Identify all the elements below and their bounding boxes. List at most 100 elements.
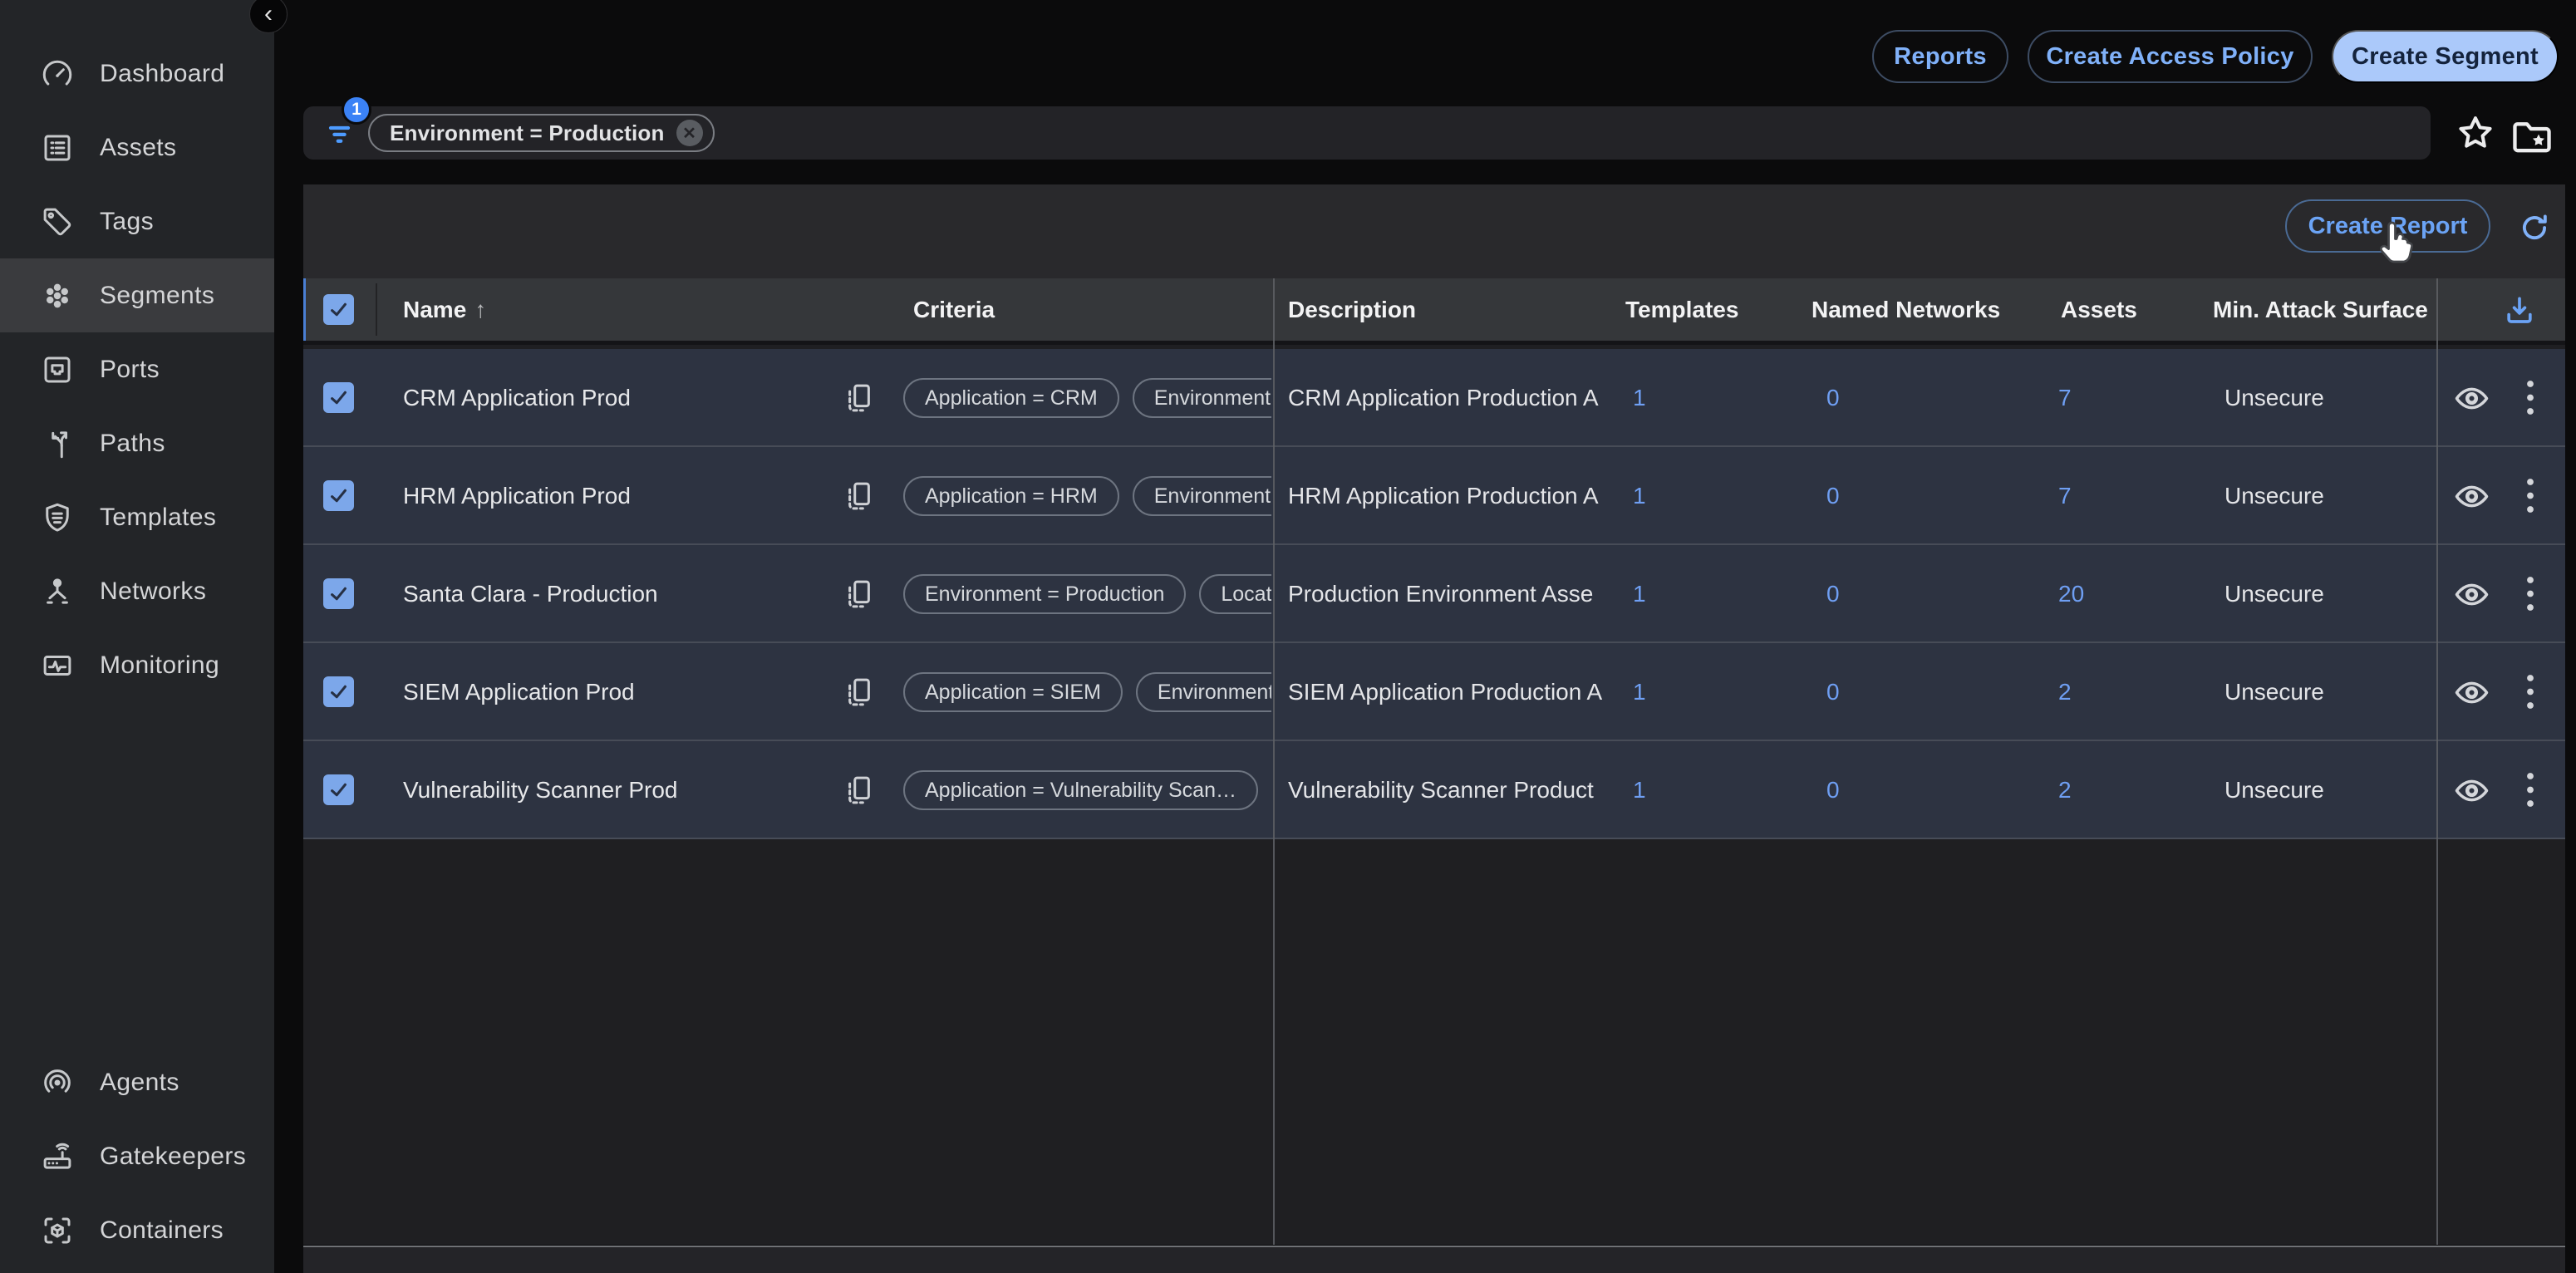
sidebar-item-icon (40, 1065, 75, 1100)
row-checkbox[interactable] (323, 382, 354, 413)
copy-icon[interactable] (842, 577, 877, 612)
named-networks-count-link[interactable]: 0 (1826, 447, 1840, 545)
row-checkbox[interactable] (323, 480, 354, 511)
templates-count-link[interactable]: 1 (1633, 643, 1646, 741)
named-networks-count-link[interactable]: 0 (1826, 643, 1840, 741)
copy-icon[interactable] (842, 479, 877, 514)
sidebar-item-icon (40, 278, 75, 313)
table-row[interactable]: Vulnerability Scanner Prod Application =… (303, 741, 2565, 839)
named-networks-count-link[interactable]: 0 (1826, 349, 1840, 447)
sidebar-item-icon (40, 352, 75, 387)
column-header-description[interactable]: Description (1288, 278, 1416, 341)
row-checkbox[interactable] (323, 774, 354, 805)
assets-count-link[interactable]: 2 (2058, 741, 2072, 839)
criteria-cell: Environment = Production Locatio (903, 545, 1271, 643)
column-divider (1273, 278, 1275, 1245)
named-networks-count-link[interactable]: 0 (1826, 545, 1840, 643)
assets-count-link[interactable]: 7 (2058, 447, 2072, 545)
templates-count-link[interactable]: 1 (1633, 545, 1646, 643)
min-attack-surface-value: Unsecure (2225, 349, 2324, 447)
column-header-templates[interactable]: Templates (1625, 278, 1738, 341)
filter-chip-close-icon[interactable]: ✕ (676, 120, 703, 146)
row-checkbox[interactable] (323, 578, 354, 609)
copy-icon[interactable] (842, 773, 877, 808)
sidebar-item-icon (40, 500, 75, 535)
filter-chip[interactable]: Environment = Production ✕ (368, 114, 715, 152)
assets-count-link[interactable]: 7 (2058, 349, 2072, 447)
segment-name: CRM Application Prod (403, 349, 819, 447)
refresh-icon[interactable] (2516, 209, 2553, 246)
reports-button[interactable]: Reports (1872, 30, 2008, 83)
criteria-chip: Environment = (1133, 476, 1271, 516)
row-menu-dots-icon[interactable] (2515, 769, 2545, 812)
sidebar-item[interactable]: Dashboard (0, 37, 274, 111)
segment-description: HRM Application Production A (1288, 447, 1614, 545)
view-eye-icon[interactable] (2452, 771, 2491, 810)
view-eye-icon[interactable] (2452, 673, 2491, 712)
filter-chip-label: Environment = Production (390, 120, 665, 146)
sidebar-nav-list: Dashboard Assets Tags Segments Ports (0, 37, 274, 702)
sidebar-item[interactable]: Paths (0, 406, 274, 480)
row-menu-dots-icon[interactable] (2515, 376, 2545, 420)
segment-name: Santa Clara - Production (403, 545, 819, 643)
sidebar-item-icon (40, 57, 75, 91)
row-menu-dots-icon[interactable] (2515, 573, 2545, 616)
sidebar-item[interactable]: Segments (0, 258, 274, 332)
sidebar-item[interactable]: Containers (0, 1193, 274, 1267)
saved-filters-folder-icon[interactable] (2508, 113, 2556, 161)
table-row[interactable]: Santa Clara - Production Environment = P… (303, 545, 2565, 643)
column-header-criteria[interactable]: Criteria (913, 278, 995, 341)
table-row[interactable]: SIEM Application Prod Application = SIEM… (303, 643, 2565, 741)
copy-icon[interactable] (842, 381, 877, 415)
sidebar-item-label: Monitoring (100, 651, 219, 680)
view-eye-icon[interactable] (2452, 379, 2491, 418)
table-body: CRM Application Prod Application = CRM E… (303, 349, 2565, 839)
column-header-assets[interactable]: Assets (2061, 278, 2137, 341)
create-segment-button[interactable]: Create Segment (2332, 30, 2559, 83)
named-networks-count-link[interactable]: 0 (1826, 741, 1840, 839)
min-attack-surface-value: Unsecure (2225, 447, 2324, 545)
sidebar-item[interactable]: Assets (0, 111, 274, 184)
favorite-star-icon[interactable] (2453, 111, 2498, 156)
select-all-checkbox[interactable] (323, 294, 354, 325)
sidebar-item-icon (40, 574, 75, 609)
table-footer (303, 1246, 2565, 1273)
sidebar-item[interactable]: Monitoring (0, 628, 274, 702)
sidebar-item[interactable]: Tags (0, 184, 274, 258)
assets-count-link[interactable]: 20 (2058, 545, 2084, 643)
criteria-chip: Application = SIEM (903, 672, 1123, 712)
column-header-named-networks[interactable]: Named Networks (1812, 278, 2000, 341)
criteria-cell: Application = CRM Environment = (903, 349, 1271, 447)
row-menu-dots-icon[interactable] (2515, 474, 2545, 518)
sidebar-item[interactable]: Gatekeepers (0, 1119, 274, 1193)
segment-description: CRM Application Production A (1288, 349, 1614, 447)
segments-panel: Create Report Name↑ Criteria Description… (303, 184, 2565, 1245)
sidebar-collapse-button[interactable]: ‹ (249, 0, 288, 33)
templates-count-link[interactable]: 1 (1633, 741, 1646, 839)
sidebar-item[interactable]: Templates (0, 480, 274, 554)
column-header-name[interactable]: Name↑ (403, 278, 486, 341)
sidebar-item-icon (40, 426, 75, 461)
sidebar-item-label: Networks (100, 578, 206, 606)
segment-name: HRM Application Prod (403, 447, 819, 545)
sidebar-item[interactable]: Agents (0, 1045, 274, 1119)
min-attack-surface-value: Unsecure (2225, 643, 2324, 741)
assets-count-link[interactable]: 2 (2058, 643, 2072, 741)
table-row[interactable]: CRM Application Prod Application = CRM E… (303, 349, 2565, 447)
templates-count-link[interactable]: 1 (1633, 447, 1646, 545)
create-report-button[interactable]: Create Report (2285, 199, 2490, 253)
create-access-policy-button[interactable]: Create Access Policy (2028, 30, 2313, 83)
sidebar-item-label: Agents (100, 1069, 179, 1097)
column-header-min-attack-surface[interactable]: Min. Attack Surface (2213, 278, 2428, 341)
table-row[interactable]: HRM Application Prod Application = HRM E… (303, 447, 2565, 545)
copy-icon[interactable] (842, 675, 877, 710)
download-icon[interactable] (2501, 292, 2538, 329)
templates-count-link[interactable]: 1 (1633, 349, 1646, 447)
view-eye-icon[interactable] (2452, 477, 2491, 516)
sidebar-item[interactable]: Ports (0, 332, 274, 406)
sidebar-item[interactable]: Networks (0, 554, 274, 628)
segment-description: SIEM Application Production A (1288, 643, 1614, 741)
view-eye-icon[interactable] (2452, 575, 2491, 614)
row-checkbox[interactable] (323, 676, 354, 707)
row-menu-dots-icon[interactable] (2515, 671, 2545, 714)
